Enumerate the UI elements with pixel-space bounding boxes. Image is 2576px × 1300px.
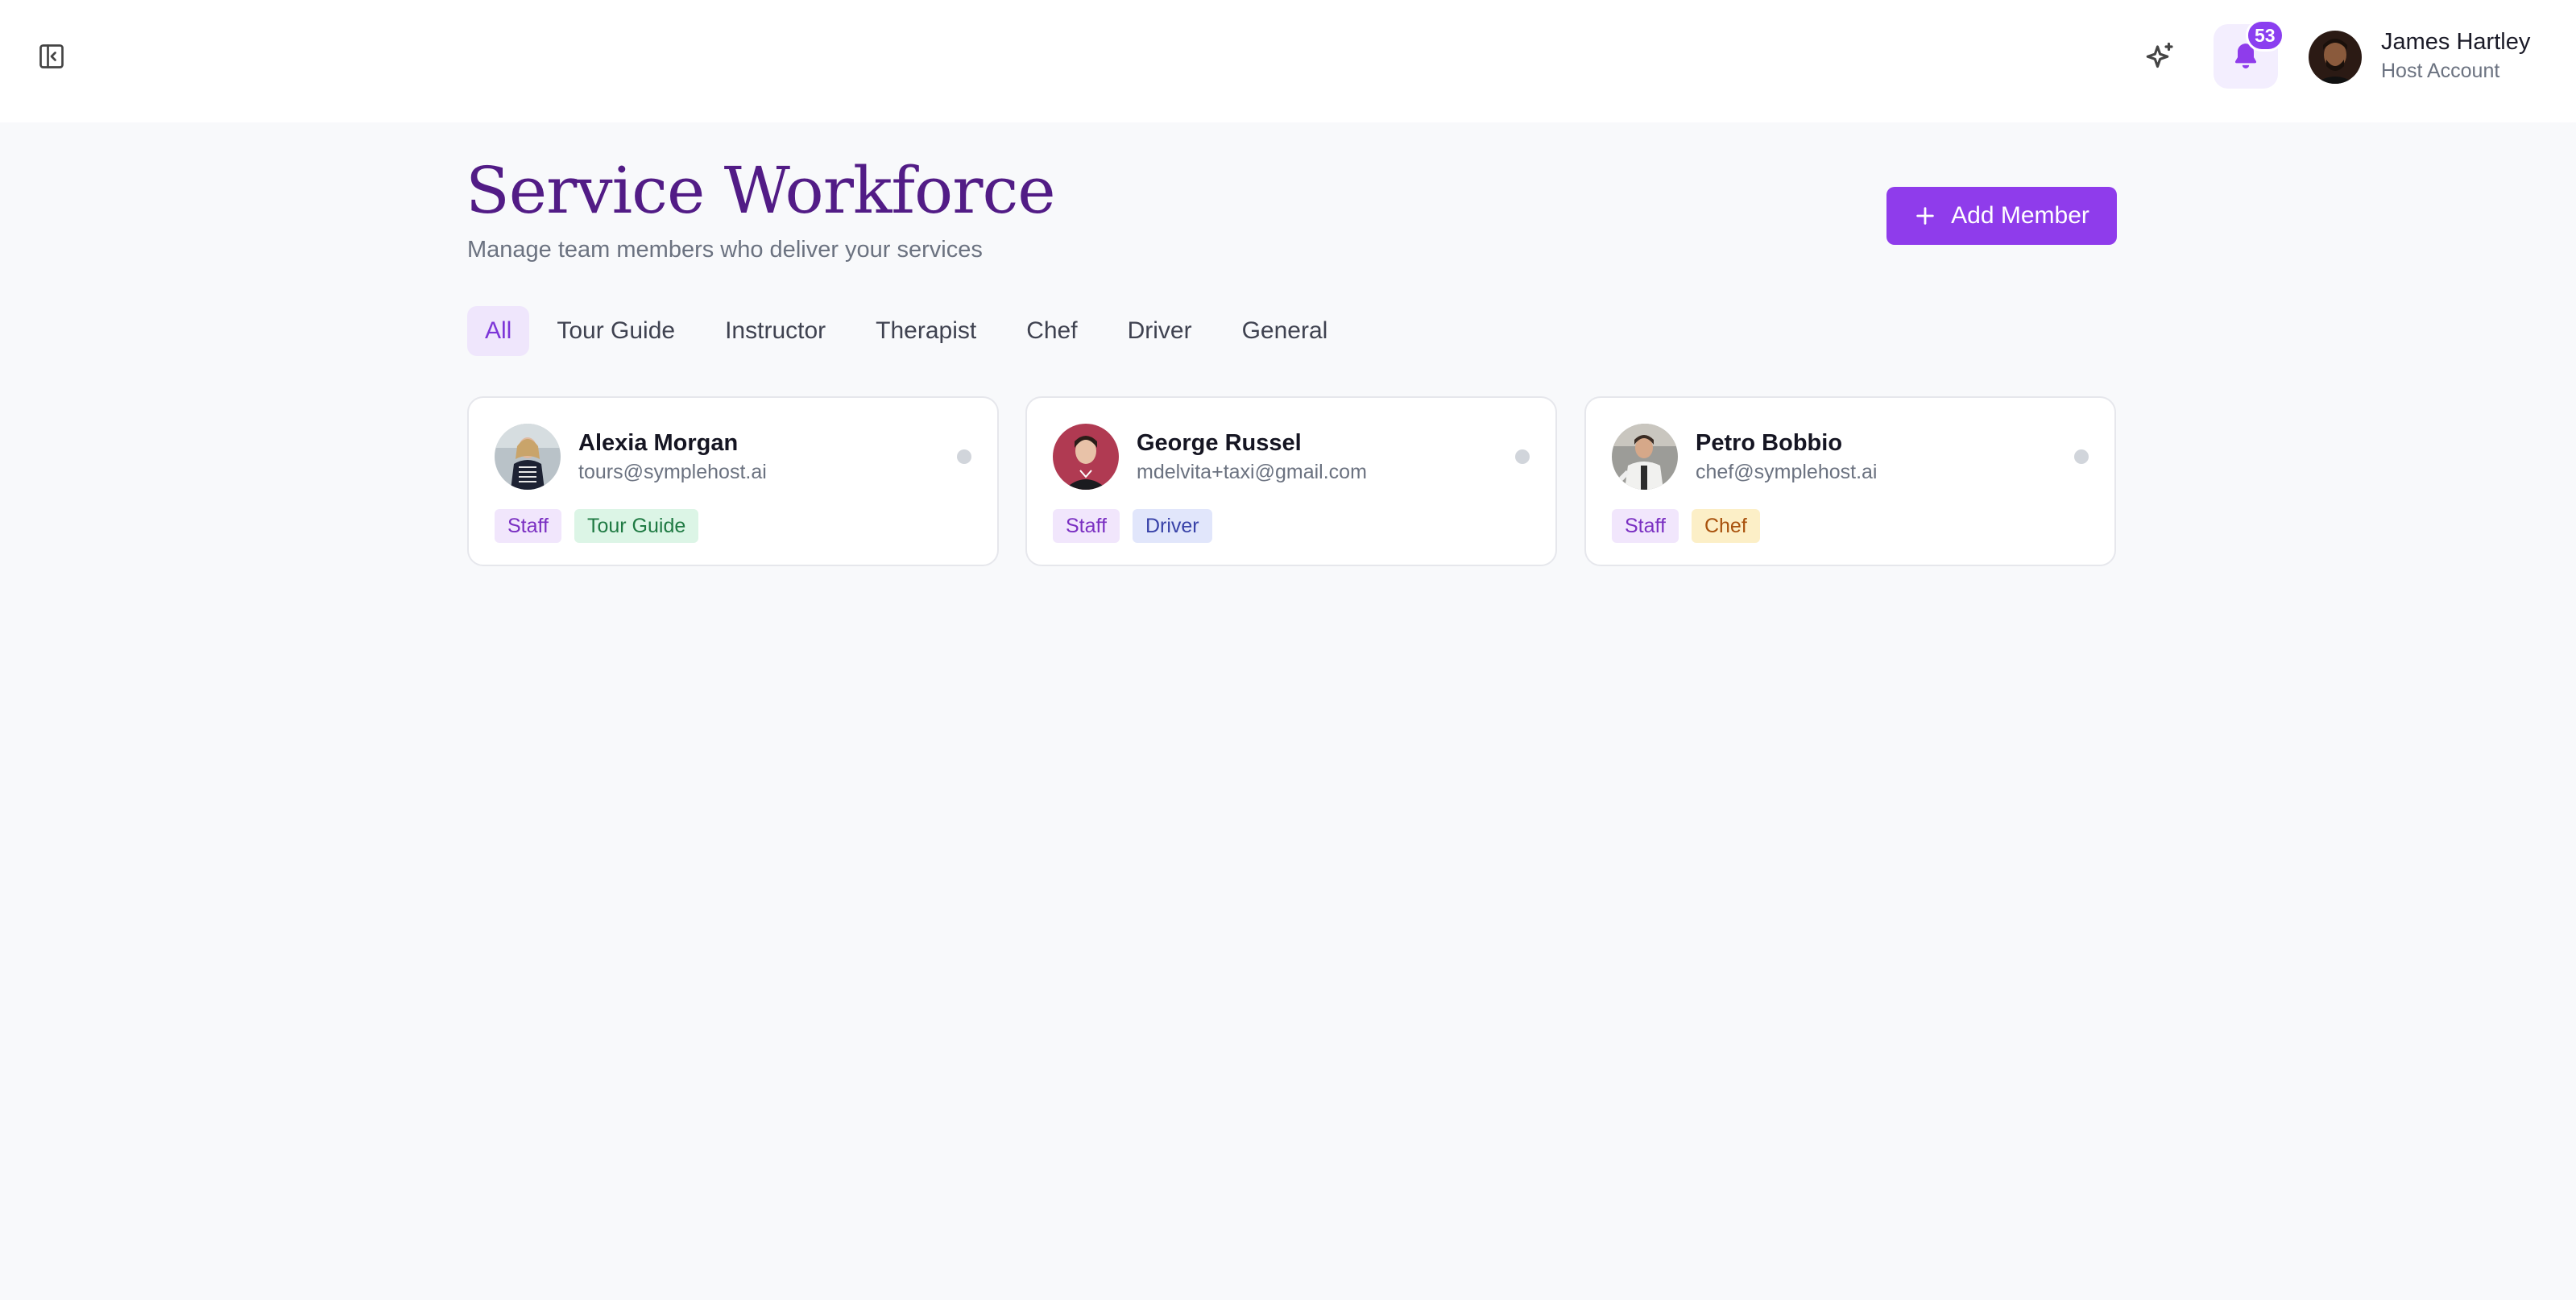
status-indicator: [957, 449, 971, 464]
tab-driver[interactable]: Driver: [1105, 306, 1215, 356]
tab-all[interactable]: All: [467, 306, 530, 356]
add-member-button[interactable]: Add Member: [1886, 187, 2117, 245]
member-avatar: [1053, 424, 1119, 490]
tab-instructor[interactable]: Instructor: [702, 306, 848, 356]
notification-count-badge: 53: [2246, 19, 2284, 52]
user-name: James Hartley: [2381, 29, 2531, 55]
page-title: Service Workforce: [466, 153, 1056, 228]
sparkle-icon[interactable]: [2139, 37, 2181, 79]
status-indicator: [2074, 449, 2089, 464]
member-card[interactable]: Petro Bobbio chef@symplehost.ai Staff Ch…: [1584, 396, 2116, 566]
user-role: Host Account: [2381, 60, 2500, 82]
user-avatar[interactable]: [2309, 31, 2362, 84]
member-email: tours@symplehost.ai: [578, 461, 767, 483]
member-email: mdelvita+taxi@gmail.com: [1137, 461, 1367, 483]
status-indicator: [1515, 449, 1530, 464]
tab-tour-guide[interactable]: Tour Guide: [534, 306, 698, 356]
role-tag: Staff: [495, 509, 561, 543]
member-name: George Russel: [1137, 430, 1302, 456]
member-card[interactable]: George Russel mdelvita+taxi@gmail.com St…: [1025, 396, 1557, 566]
category-tag: Chef: [1691, 509, 1760, 543]
member-email: chef@symplehost.ai: [1696, 461, 1878, 483]
tab-therapist[interactable]: Therapist: [853, 306, 999, 356]
member-card[interactable]: Alexia Morgan tours@symplehost.ai Staff …: [467, 396, 999, 566]
category-tabs: All Tour Guide Instructor Therapist Chef…: [467, 306, 1350, 356]
category-tag: Driver: [1132, 509, 1212, 543]
tab-general[interactable]: General: [1220, 306, 1351, 356]
tab-chef[interactable]: Chef: [1004, 306, 1100, 356]
top-bar: 53 James Hartley Host Account: [0, 0, 2576, 122]
member-name: Alexia Morgan: [578, 430, 739, 456]
sidebar-toggle-icon[interactable]: [32, 37, 71, 76]
plus-icon: [1916, 207, 1934, 225]
role-tag: Staff: [1612, 509, 1679, 543]
page-subtitle: Manage team members who deliver your ser…: [467, 237, 983, 263]
member-name: Petro Bobbio: [1696, 430, 1843, 456]
add-member-label: Add Member: [1951, 202, 2089, 229]
category-tag: Tour Guide: [574, 509, 699, 543]
member-avatar: [1612, 424, 1678, 490]
member-avatar: [495, 424, 561, 490]
role-tag: Staff: [1053, 509, 1120, 543]
